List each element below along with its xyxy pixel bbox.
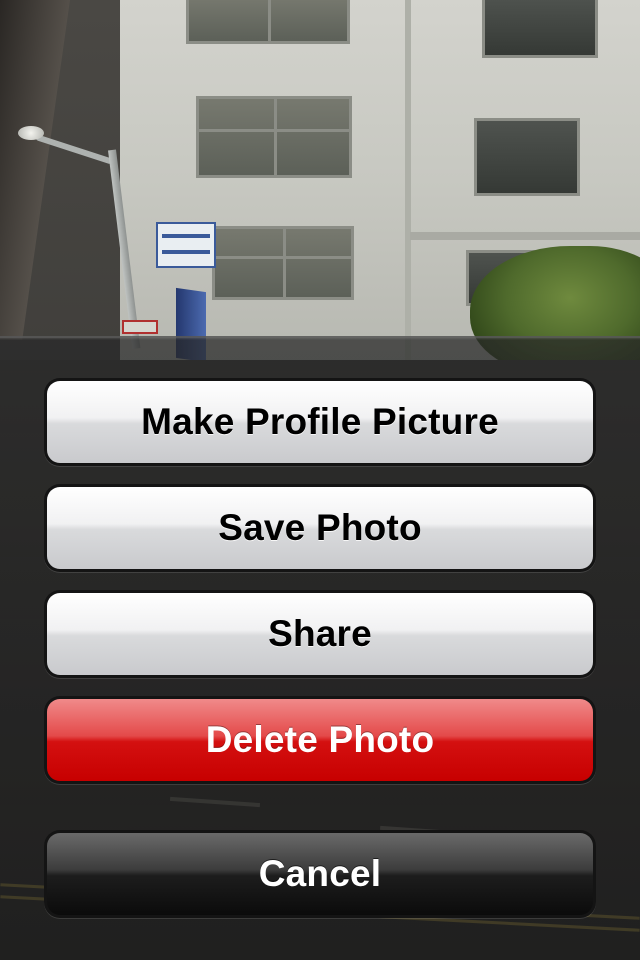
action-sheet: Make Profile Picture Save Photo Share De…: [0, 336, 640, 960]
save-photo-button[interactable]: Save Photo: [44, 484, 596, 572]
screen: Make Profile Picture Save Photo Share De…: [0, 0, 640, 960]
photo-lamp-head: [18, 126, 44, 140]
photo-window: [196, 96, 352, 178]
share-label: Share: [47, 593, 593, 675]
photo-window: [474, 118, 580, 196]
photo-red-sign: [122, 320, 158, 334]
photo-ledge: [410, 232, 640, 240]
cancel-button[interactable]: Cancel: [44, 830, 596, 918]
make-profile-picture-label: Make Profile Picture: [47, 381, 593, 463]
delete-photo-label: Delete Photo: [47, 699, 593, 781]
save-photo-label: Save Photo: [47, 487, 593, 569]
photo-building-seam: [405, 0, 411, 360]
make-profile-picture-button[interactable]: Make Profile Picture: [44, 378, 596, 466]
cancel-label: Cancel: [47, 833, 593, 915]
delete-photo-button[interactable]: Delete Photo: [44, 696, 596, 784]
photo-window: [482, 0, 598, 58]
share-button[interactable]: Share: [44, 590, 596, 678]
photo-window: [212, 226, 354, 300]
photo-street-sign: [156, 222, 216, 268]
photo-window: [186, 0, 350, 44]
